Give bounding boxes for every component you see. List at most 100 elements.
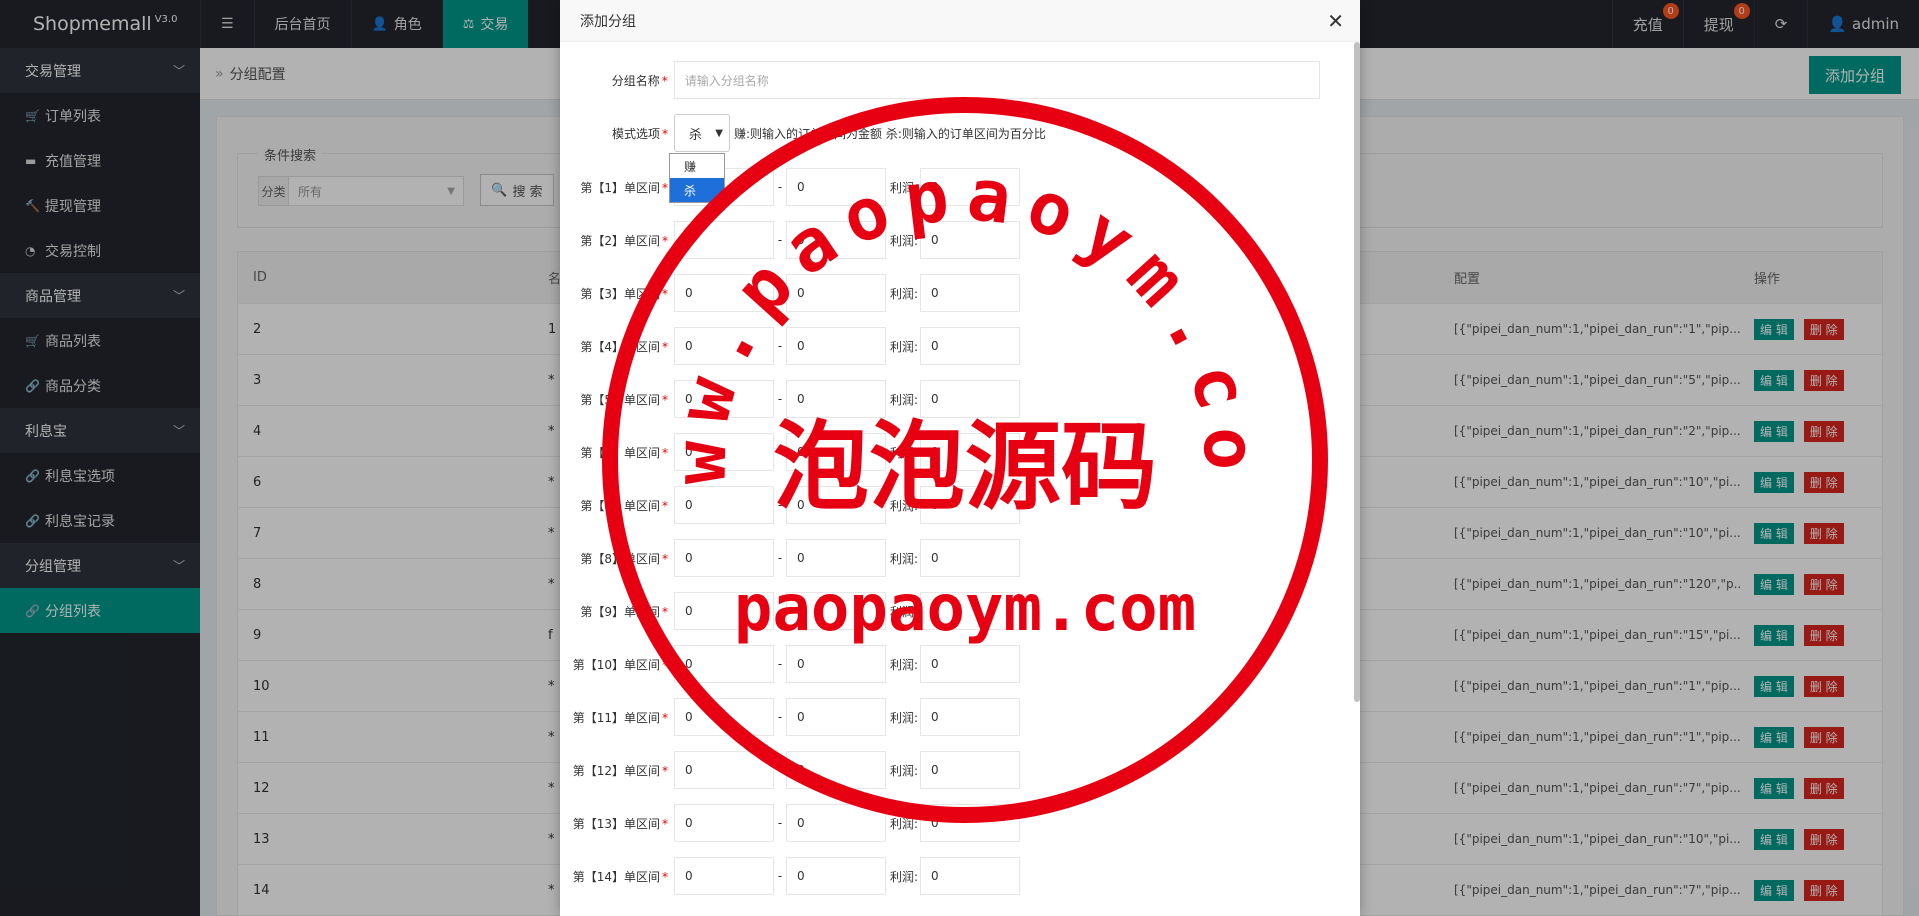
range-from-input[interactable]: 0	[674, 221, 774, 259]
range-row: 第【4】单区间 * 0 - 0 利润: 0	[560, 327, 1320, 365]
profit-input[interactable]: 0	[920, 433, 1020, 471]
profit-label: 利润:	[889, 498, 918, 513]
range-dash: -	[777, 763, 783, 777]
profit-input[interactable]: 0	[920, 539, 1020, 577]
profit-input[interactable]: 0	[920, 698, 1020, 736]
range-dash: -	[777, 286, 783, 300]
range-label: 第【11】单区间 *	[572, 710, 668, 725]
range-from-input[interactable]: 0	[674, 698, 774, 736]
range-label: 第【6】单区间 *	[580, 445, 668, 460]
range-dash: -	[777, 710, 783, 724]
mode-select-value: 杀	[689, 127, 703, 143]
profit-input[interactable]: 0	[920, 274, 1020, 312]
add-group-modal: 添加分组 ✕ 分组名称 * 请输入分组名称 模式选项 * 杀 ▼ 赚:则输入的订单区间…	[560, 0, 1360, 916]
range-row: 第【12】单区间 * 0 - 0 利润: 0	[560, 751, 1320, 789]
range-from-input[interactable]: 0	[674, 539, 774, 577]
range-from-input[interactable]: 0	[674, 327, 774, 365]
mode-row: 模式选项 * 杀 ▼ 赚:则输入的订单区间为金额 杀:则输入的订单区间为百分比	[560, 114, 1320, 152]
range-to-input[interactable]: 0	[786, 221, 886, 259]
mode-hint: 赚:则输入的订单区间为金额 杀:则输入的订单区间为百分比	[734, 126, 1046, 141]
group-name-input[interactable]: 请输入分组名称	[673, 61, 1320, 99]
close-icon[interactable]: ✕	[1327, 9, 1344, 33]
profit-label: 利润:	[889, 180, 918, 195]
range-to-input[interactable]: 0	[786, 645, 886, 683]
mode-label: 模式选项 *	[611, 126, 668, 141]
range-from-input[interactable]: 0	[674, 486, 774, 524]
range-row: 第【2】单区间 * 0 - 0 利润: 0	[560, 221, 1320, 259]
profit-input[interactable]: 0	[920, 486, 1020, 524]
range-to-input[interactable]: 0	[786, 539, 886, 577]
range-to-input[interactable]: 0	[786, 274, 886, 312]
mode-option-earn[interactable]: 赚	[670, 154, 724, 178]
mode-option-kill[interactable]: 杀	[670, 178, 724, 202]
profit-label: 利润:	[889, 286, 918, 301]
profit-label: 利润:	[889, 445, 918, 460]
range-row: 第【9】单区间 * 0 - 0 利润: 0	[560, 592, 1320, 630]
profit-input[interactable]: 0	[920, 592, 1020, 630]
range-to-input[interactable]: 0	[786, 804, 886, 842]
mode-select[interactable]: 杀 ▼	[674, 114, 730, 152]
range-row: 第【13】单区间 * 0 - 0 利润: 0	[560, 804, 1320, 842]
profit-label: 利润:	[889, 392, 918, 407]
range-label: 第【13】单区间 *	[572, 816, 668, 831]
group-name-label: 分组名称 *	[611, 73, 668, 88]
range-from-input[interactable]: 0	[674, 751, 774, 789]
range-to-input[interactable]: 0	[786, 698, 886, 736]
range-dash: -	[777, 392, 783, 406]
range-from-input[interactable]: 0	[674, 592, 774, 630]
modal-header: 添加分组	[560, 0, 1360, 42]
range-row: 第【8】单区间 * 0 - 0 利润: 0	[560, 539, 1320, 577]
range-to-input[interactable]: 0	[786, 327, 886, 365]
range-label: 第【3】单区间 *	[580, 286, 668, 301]
range-to-input[interactable]: 0	[786, 592, 886, 630]
range-from-input[interactable]: 0	[674, 433, 774, 471]
range-to-input[interactable]: 0	[786, 751, 886, 789]
range-label: 第【1】单区间 *	[580, 180, 668, 195]
range-label: 第【8】单区间 *	[580, 551, 668, 566]
range-dash: -	[777, 339, 783, 353]
range-row: 第【10】单区间 * 0 - 0 利润: 0	[560, 645, 1320, 683]
profit-label: 利润:	[889, 604, 918, 619]
group-name-row: 分组名称 * 请输入分组名称	[560, 61, 1320, 99]
range-row: 第【14】单区间 * 0 - 0 利润: 0	[560, 857, 1320, 895]
profit-label: 利润:	[889, 869, 918, 884]
chevron-down-icon: ▼	[715, 127, 723, 139]
range-from-input[interactable]: 0	[674, 645, 774, 683]
range-to-input[interactable]: 0	[786, 433, 886, 471]
range-row: 第【3】单区间 * 0 - 0 利润: 0	[560, 274, 1320, 312]
modal-scrollbar[interactable]	[1354, 42, 1360, 702]
range-to-input[interactable]: 0	[786, 857, 886, 895]
range-from-input[interactable]: 0	[674, 380, 774, 418]
range-label: 第【4】单区间 *	[580, 339, 668, 354]
profit-input[interactable]: 0	[920, 327, 1020, 365]
range-dash: -	[777, 498, 783, 512]
range-row: 第【6】单区间 * 0 - 0 利润: 0	[560, 433, 1320, 471]
range-row: 第【5】单区间 * 0 - 0 利润: 0	[560, 380, 1320, 418]
range-from-input[interactable]: 0	[674, 804, 774, 842]
range-dash: -	[777, 604, 783, 618]
range-to-input[interactable]: 0	[786, 486, 886, 524]
profit-input[interactable]: 0	[920, 645, 1020, 683]
profit-input[interactable]: 0	[920, 380, 1020, 418]
profit-input[interactable]: 0	[920, 751, 1020, 789]
range-from-input[interactable]: 0	[674, 857, 774, 895]
profit-label: 利润:	[889, 710, 918, 725]
range-label: 第【12】单区间 *	[572, 763, 668, 778]
range-dash: -	[777, 180, 783, 194]
range-dash: -	[777, 816, 783, 830]
range-label: 第【10】单区间 *	[572, 657, 668, 672]
range-label: 第【14】单区间 *	[572, 869, 668, 884]
profit-label: 利润:	[889, 657, 918, 672]
range-dash: -	[777, 869, 783, 883]
profit-input[interactable]: 0	[920, 857, 1020, 895]
mode-dropdown: 赚 杀	[669, 153, 725, 203]
profit-label: 利润:	[889, 763, 918, 778]
profit-input[interactable]: 0	[920, 804, 1020, 842]
profit-input[interactable]: 0	[920, 168, 1020, 206]
range-to-input[interactable]: 0	[786, 168, 886, 206]
profit-label: 利润:	[889, 339, 918, 354]
profit-input[interactable]: 0	[920, 221, 1020, 259]
range-row: 第【11】单区间 * 0 - 0 利润: 0	[560, 698, 1320, 736]
range-to-input[interactable]: 0	[786, 380, 886, 418]
range-from-input[interactable]: 0	[674, 274, 774, 312]
